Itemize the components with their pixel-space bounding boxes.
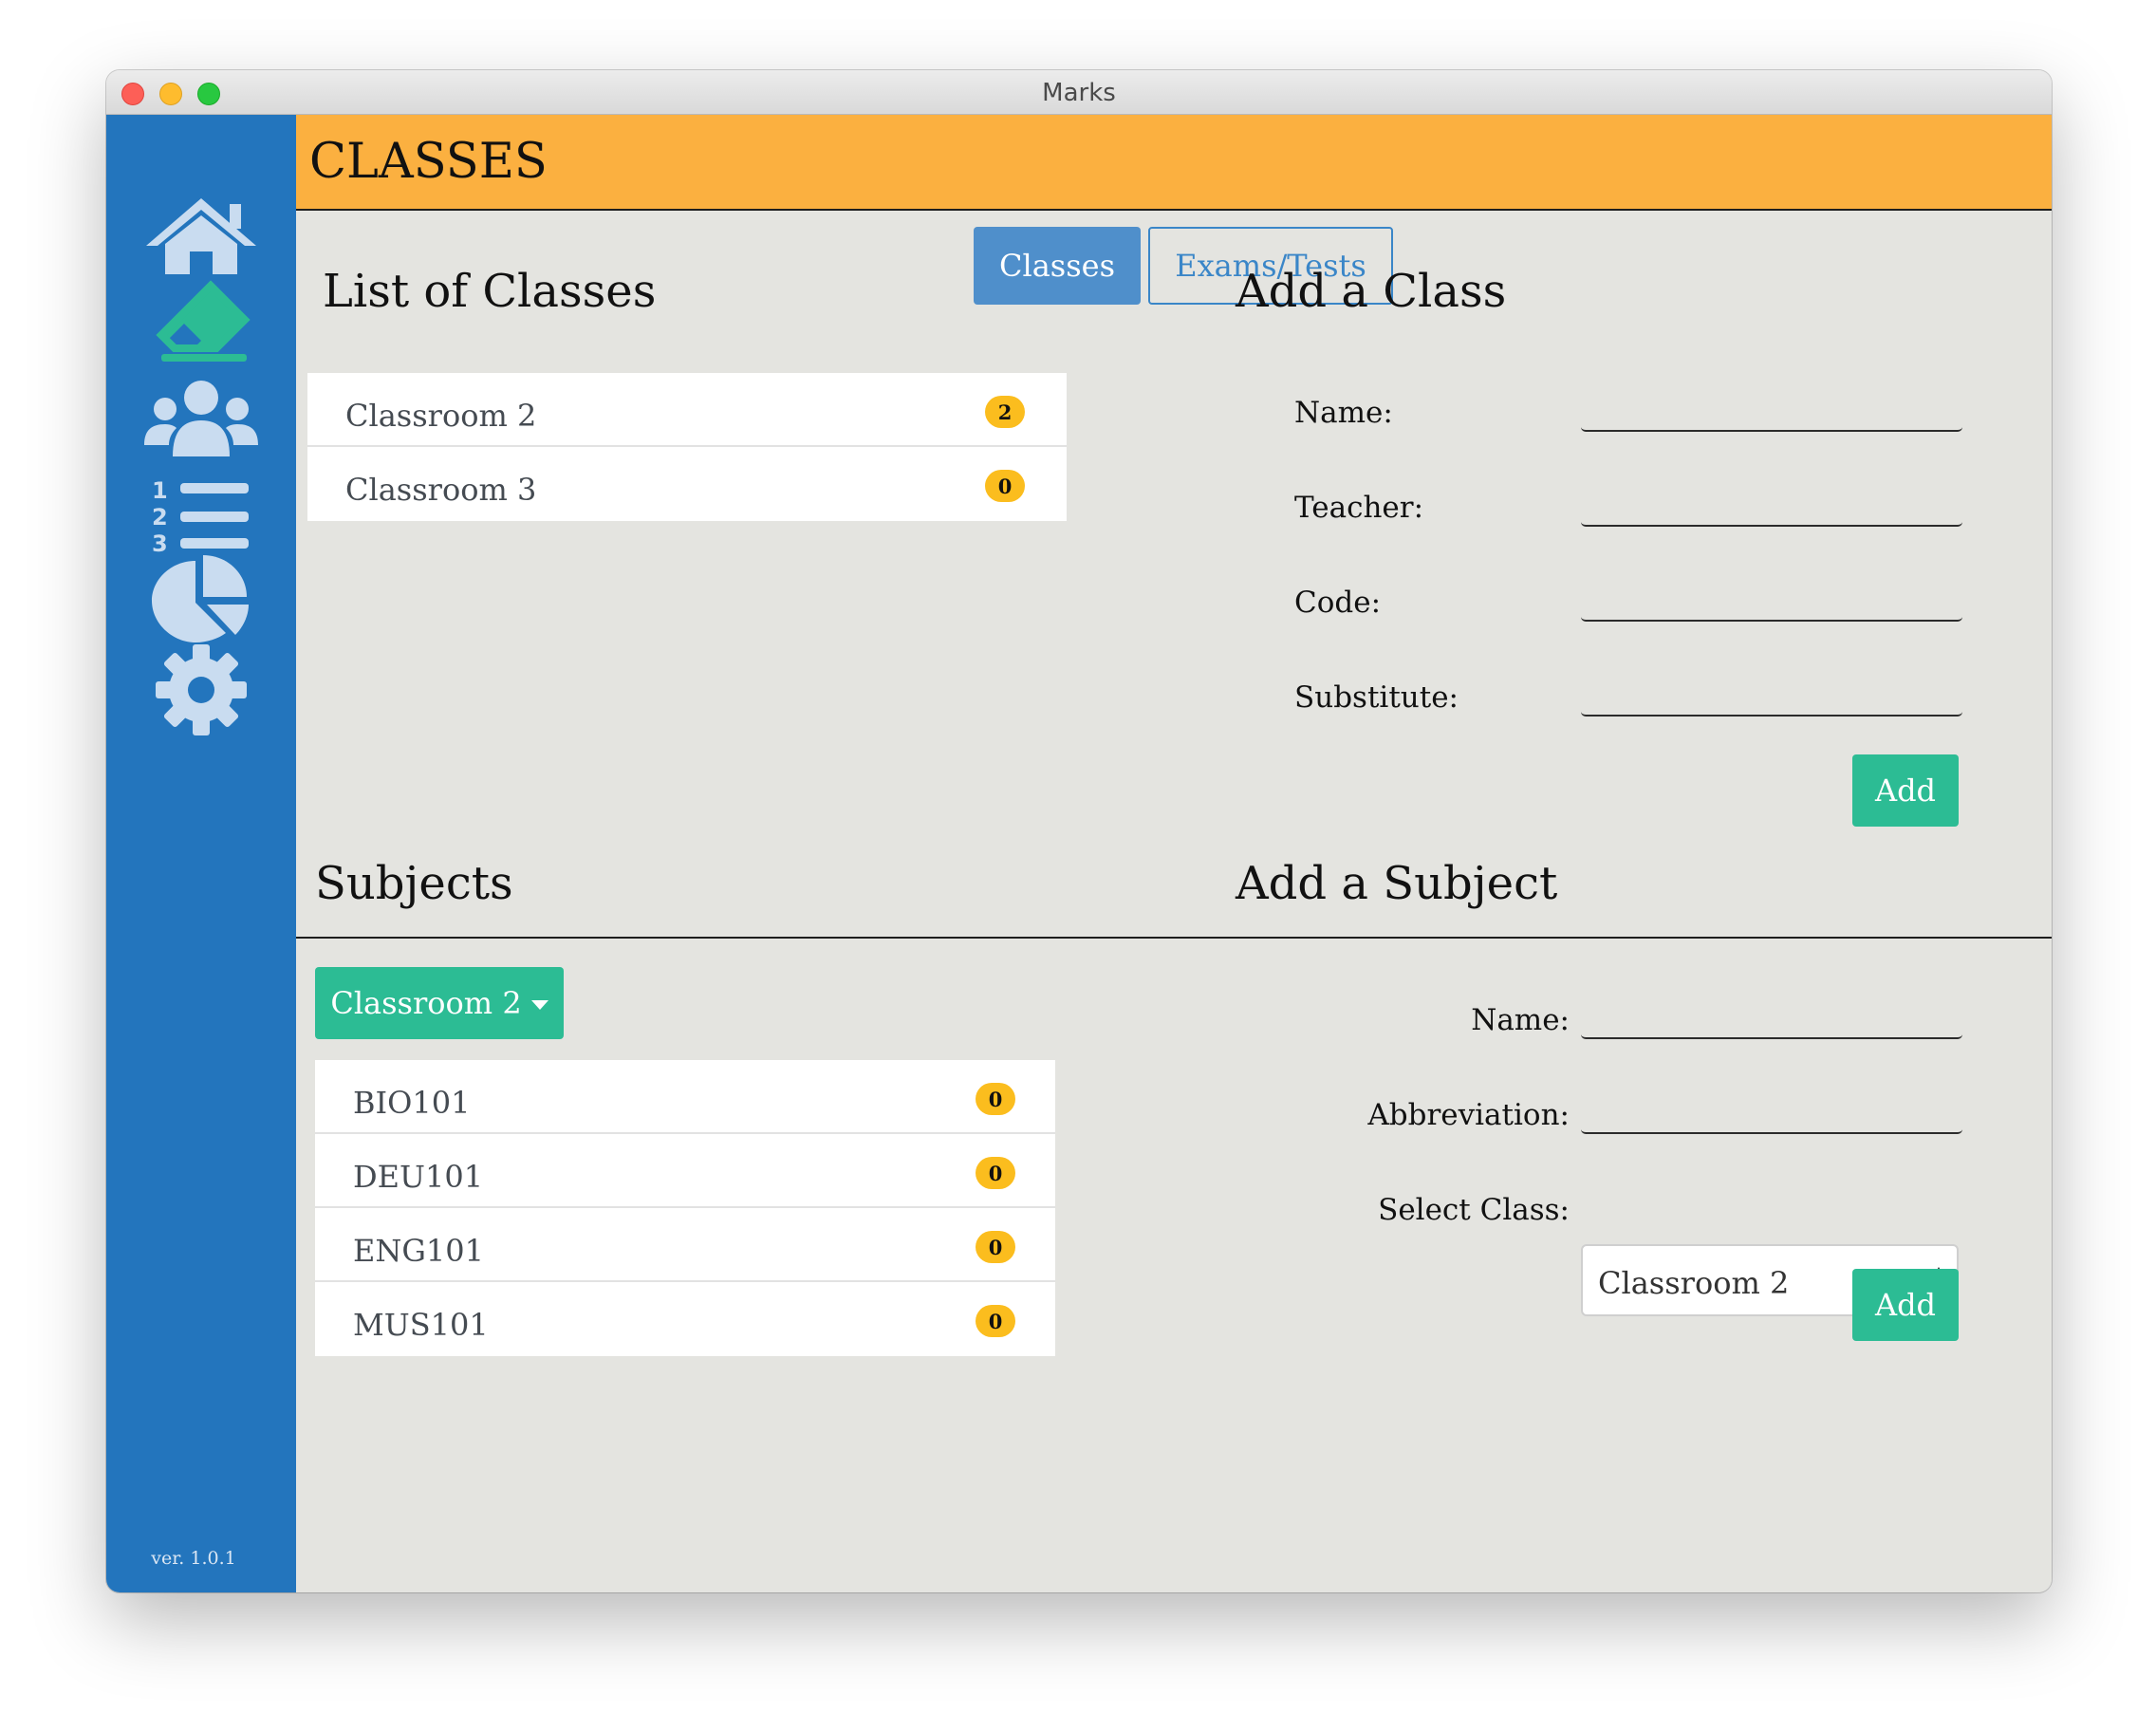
teacher-input[interactable] [1581,485,1962,527]
sidebar-item-statistics[interactable] [142,551,260,646]
code-label: Code: [1294,586,1382,620]
subject-name: DEU101 [353,1159,484,1195]
users-icon [144,381,258,456]
section-divider [296,937,2052,939]
count-badge: 0 [976,1305,1015,1337]
subjects-heading: Subjects [315,857,513,910]
substitute-label: Substitute: [1294,680,1459,715]
count-badge: 0 [976,1157,1015,1189]
list-item[interactable]: BIO101 0 [315,1060,1055,1134]
class-name: Classroom 2 [345,398,537,434]
sidebar-item-home[interactable] [142,187,260,282]
home-icon [146,198,256,274]
subject-name: MUS101 [353,1307,489,1343]
class-name-label: Name: [1294,396,1393,430]
class-filter-label: Classroom 2 [330,985,522,1021]
add-class-button[interactable]: Add [1852,754,1959,827]
title-bar: Marks [106,70,2052,115]
subjects-list: BIO101 0 DEU101 0 ENG101 0 MUS101 0 [315,1060,1055,1356]
substitute-input[interactable] [1581,675,1962,717]
abbreviation-label: Abbreviation: [1367,1098,1570,1132]
tab-classes[interactable]: Classes [974,227,1141,305]
list-item[interactable]: Classroom 3 0 [307,447,1067,521]
pie-chart-icon [152,555,249,642]
page-header: CLASSES [296,115,2052,211]
count-badge: 2 [985,396,1025,428]
numbered-list-icon: 1 2 3 [152,477,249,557]
code-input[interactable] [1581,580,1962,622]
svg-text:1: 1 [152,477,168,504]
list-item[interactable]: DEU101 0 [315,1134,1055,1208]
subject-name-input[interactable] [1581,997,1962,1039]
version-label: ver. 1.0.1 [151,1548,236,1569]
sidebar-item-list[interactable]: 1 2 3 [142,460,260,557]
list-item[interactable]: Classroom 2 2 [307,373,1067,447]
class-name-input[interactable] [1581,390,1962,432]
gear-icon [156,644,247,735]
sidebar: 1 2 3 ver. 1.0.1 [106,115,296,1592]
app-window: Marks 1 2 3 ver. 1.0.1 CLASSES Classes E… [106,70,2052,1592]
subject-name: BIO101 [353,1085,471,1121]
abbreviation-input[interactable] [1581,1092,1962,1134]
list-item[interactable]: MUS101 0 [315,1282,1055,1356]
window-title: Marks [1042,79,1116,107]
subject-name: ENG101 [353,1233,484,1269]
select-class-label: Select Class: [1378,1193,1570,1227]
sidebar-item-students[interactable] [142,371,260,466]
eraser-icon [156,280,251,362]
count-badge: 0 [985,470,1025,502]
teacher-label: Teacher: [1294,491,1424,525]
add-class-heading: Add a Class [1236,265,1507,318]
add-subject-heading: Add a Subject [1236,857,1558,910]
svg-text:2: 2 [152,504,168,530]
classes-list-heading: List of Classes [323,265,657,318]
class-filter-dropdown[interactable]: Classroom 2 [315,967,564,1039]
add-subject-button[interactable]: Add [1852,1269,1959,1341]
sidebar-item-settings[interactable] [142,641,260,735]
count-badge: 0 [976,1231,1015,1263]
main-content: CLASSES Classes Exams/Tests List of Clas… [296,115,2052,1592]
classes-list: Classroom 2 2 Classroom 3 0 [307,373,1067,521]
page-title: CLASSES [309,134,548,190]
class-name: Classroom 3 [345,472,537,508]
list-item[interactable]: ENG101 0 [315,1208,1055,1282]
caret-down-icon [530,1000,548,1010]
count-badge: 0 [976,1083,1015,1115]
subject-name-label: Name: [1471,1003,1570,1037]
sidebar-item-marks[interactable] [142,276,260,371]
select-class-value: Classroom 2 [1598,1265,1790,1301]
